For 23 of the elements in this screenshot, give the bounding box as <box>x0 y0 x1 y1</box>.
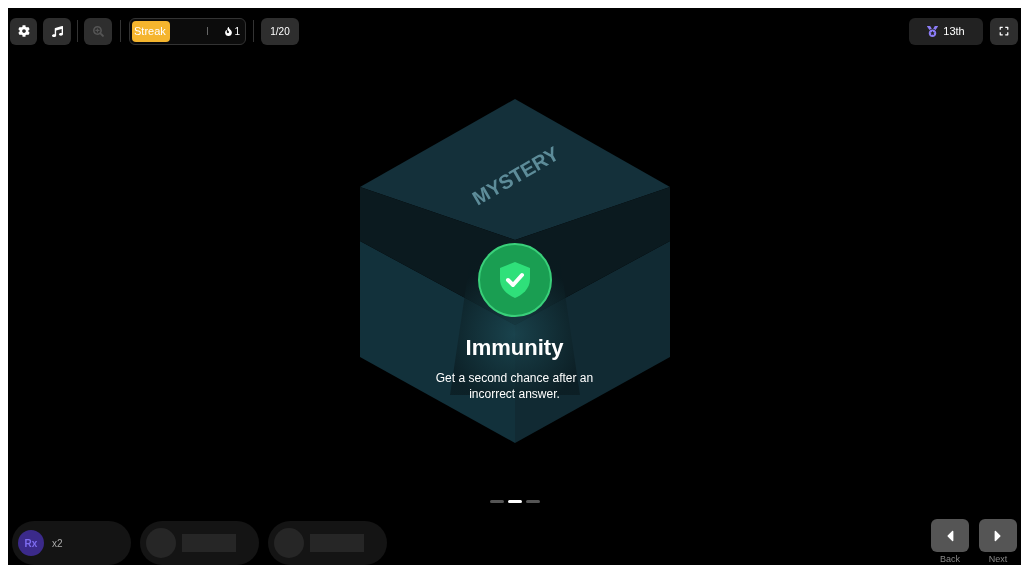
settings-icon <box>17 25 30 37</box>
streak-label: Streak <box>134 23 166 39</box>
back-button[interactable] <box>931 519 969 552</box>
streak-count: 1 <box>234 24 240 39</box>
powerup-slot[interactable]: Rx x2 <box>12 521 131 565</box>
music-note-icon <box>51 25 63 37</box>
fullscreen-icon <box>999 26 1009 36</box>
powerup-description: Get a second chance after an incorrect answer. <box>434 370 595 402</box>
question-counter: 1/20 <box>261 17 299 45</box>
fire-icon <box>224 26 233 36</box>
fullscreen-button[interactable] <box>990 17 1018 45</box>
medal-icon <box>927 25 939 37</box>
powerup-icon: Rx <box>18 530 44 556</box>
settings-button[interactable] <box>10 17 37 45</box>
next-button[interactable] <box>979 519 1017 552</box>
zoom-in-icon <box>92 25 104 37</box>
back-label: Back <box>940 553 960 565</box>
music-button[interactable] <box>43 17 71 45</box>
rank-text: 13th <box>943 23 965 39</box>
powerup-title: Immunity <box>465 334 564 362</box>
next-label: Next <box>988 553 1008 565</box>
zoom-button[interactable] <box>84 17 112 45</box>
powerup-count: x2 <box>52 536 63 551</box>
